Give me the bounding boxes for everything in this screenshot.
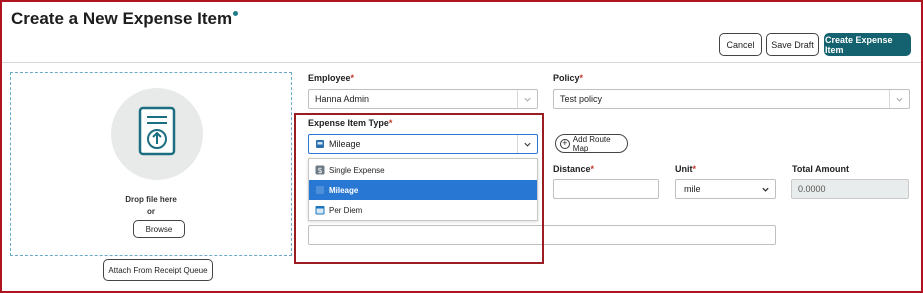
chevron-down-icon bbox=[755, 180, 775, 198]
upload-illustration bbox=[111, 88, 203, 180]
page-title: Create a New Expense Item bbox=[11, 9, 239, 29]
unit-select[interactable]: mile bbox=[675, 179, 776, 199]
browse-button[interactable]: Browse bbox=[133, 220, 185, 238]
total-amount-label: Total Amount bbox=[792, 164, 849, 174]
header-divider bbox=[2, 62, 921, 63]
unit-label: Unit* bbox=[675, 164, 697, 174]
or-text: or bbox=[147, 207, 155, 216]
drop-file-text: Drop file here bbox=[125, 195, 177, 204]
annotation-highlight-box bbox=[294, 113, 544, 264]
document-upload-icon bbox=[138, 106, 176, 156]
attach-from-receipt-queue-button[interactable]: Attach From Receipt Queue bbox=[103, 259, 213, 281]
total-amount-field: 0.0000 bbox=[791, 179, 909, 199]
unit-value: mile bbox=[684, 184, 701, 194]
employee-label: Employee* bbox=[308, 73, 355, 83]
employee-select[interactable]: Hanna Admin bbox=[308, 89, 538, 109]
cancel-button[interactable]: Cancel bbox=[719, 33, 762, 56]
receipt-drop-zone[interactable]: Drop file here or Browse bbox=[10, 72, 292, 256]
policy-value: Test policy bbox=[560, 94, 603, 104]
distance-label: Distance* bbox=[553, 164, 595, 174]
distance-input[interactable] bbox=[553, 179, 659, 199]
status-dot-icon bbox=[233, 11, 239, 16]
add-route-map-label: Add Route Map bbox=[572, 134, 611, 153]
chevron-down-icon bbox=[517, 90, 537, 108]
plus-icon: + bbox=[560, 138, 570, 149]
policy-label: Policy* bbox=[553, 73, 584, 83]
save-draft-button[interactable]: Save Draft bbox=[766, 33, 819, 56]
chevron-down-icon bbox=[889, 90, 909, 108]
employee-value: Hanna Admin bbox=[315, 94, 370, 104]
add-route-map-button[interactable]: + Add Route Map bbox=[555, 134, 628, 153]
create-expense-item-button[interactable]: Create Expense Item bbox=[824, 33, 911, 56]
policy-select[interactable]: Test policy bbox=[553, 89, 910, 109]
